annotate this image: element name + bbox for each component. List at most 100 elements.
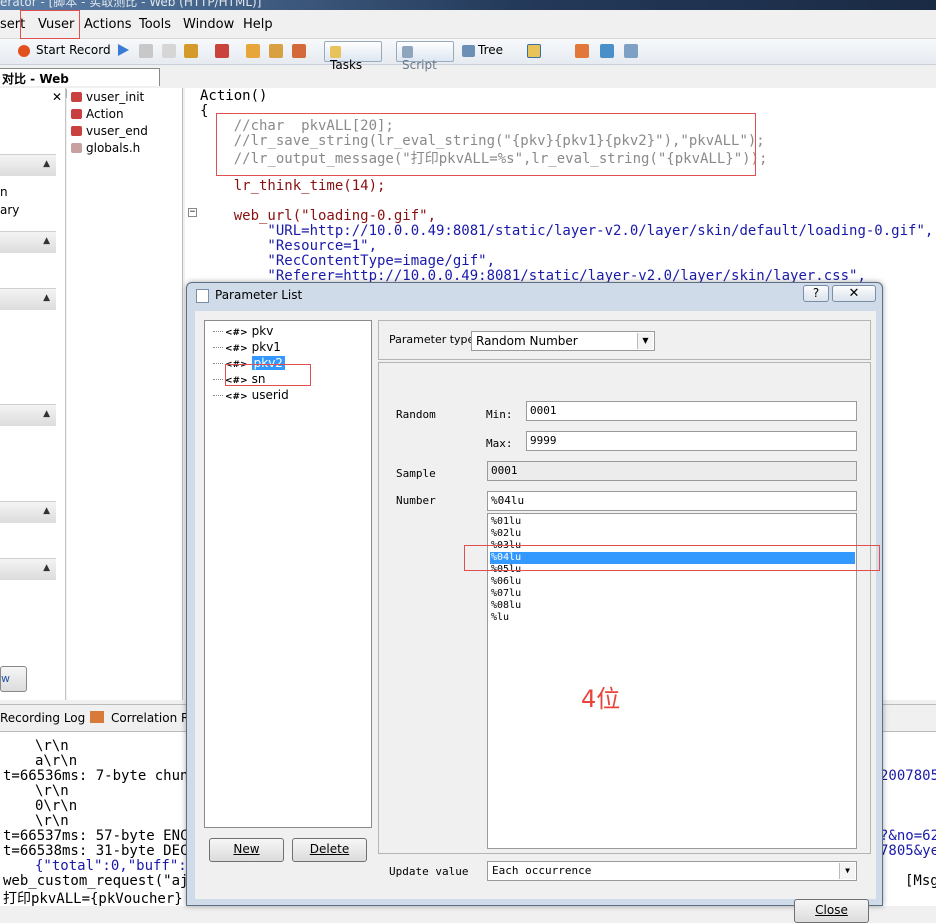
collapse-icon[interactable]: ▲ bbox=[43, 506, 50, 516]
sync-icon[interactable] bbox=[575, 43, 589, 61]
param-item-pkv1[interactable]: <#> pkv1 bbox=[213, 340, 281, 354]
snapshot-icon[interactable] bbox=[600, 43, 614, 61]
tree-item-action[interactable]: Action bbox=[71, 107, 124, 121]
log-line: \r\n bbox=[35, 738, 69, 754]
tab-recording-log[interactable]: Recording Log bbox=[0, 711, 85, 725]
help-button[interactable]: ? bbox=[803, 285, 829, 302]
log-line: web_custom_request("aja bbox=[3, 873, 197, 889]
chevron-down-icon[interactable]: ▼ bbox=[839, 863, 855, 879]
log-fragment: ?&no=62 bbox=[880, 828, 936, 844]
code-line: { bbox=[200, 103, 209, 119]
param-icon[interactable] bbox=[292, 43, 306, 61]
task-item-1[interactable]: n bbox=[0, 185, 8, 199]
window-icon[interactable] bbox=[624, 43, 638, 61]
param-item-pkv[interactable]: <#> pkv bbox=[213, 324, 273, 338]
task-section-5[interactable]: ▲ bbox=[0, 501, 56, 523]
collapse-icon[interactable]: ▲ bbox=[43, 563, 50, 573]
script-button[interactable]: Script bbox=[396, 41, 454, 72]
play-icon[interactable] bbox=[116, 43, 130, 61]
task-pane-close-icon[interactable]: ✕ bbox=[52, 90, 62, 104]
format-option[interactable]: %lu bbox=[490, 612, 855, 624]
parameter-list-dialog: Parameter List ? ✕ <#> pkv <#> pkv1 <#> pkv… bbox=[186, 282, 883, 923]
dialog-icon bbox=[196, 289, 209, 303]
param-icon: <#> bbox=[225, 344, 248, 354]
correlation-icon bbox=[90, 711, 104, 723]
menu-tools[interactable]: Tools bbox=[139, 17, 171, 32]
param-label: pkv1 bbox=[251, 340, 281, 354]
parameter-type-label: Parameter type: bbox=[389, 333, 479, 346]
code-line: lr_think_time(14); bbox=[200, 178, 386, 194]
random-label: Random bbox=[396, 408, 436, 421]
parameter-type-value: Random Number bbox=[476, 334, 578, 348]
script-label: Script bbox=[402, 58, 437, 72]
number-format-input[interactable]: %04lu bbox=[487, 491, 857, 511]
task-section-6[interactable]: ▲ bbox=[0, 558, 56, 580]
tree-item-vuser-init[interactable]: vuser_init bbox=[71, 90, 144, 104]
menu-bar: sert Vuser Actions Tools Window Help bbox=[0, 10, 936, 39]
replace-icon[interactable] bbox=[269, 43, 283, 61]
tree-label: globals.h bbox=[86, 141, 141, 155]
find-icon[interactable] bbox=[246, 43, 260, 61]
format-option[interactable]: %01lu bbox=[490, 516, 855, 528]
fold-icon[interactable]: − bbox=[188, 208, 197, 217]
max-input[interactable]: 9999 bbox=[526, 431, 857, 451]
toolbar: Start Record Tasks Script Tree bbox=[0, 39, 936, 72]
format-option[interactable]: %02lu bbox=[490, 528, 855, 540]
tree-label: Action bbox=[86, 107, 124, 121]
compile-icon[interactable] bbox=[215, 43, 229, 61]
close-button[interactable]: Close bbox=[794, 899, 869, 923]
code-string: "URL=http://10.0.0.49:8081/static/layer-… bbox=[200, 223, 934, 239]
update-value-label: Update value bbox=[389, 865, 469, 878]
collapse-icon[interactable]: ▲ bbox=[43, 159, 50, 169]
stop-icon[interactable] bbox=[139, 43, 153, 61]
parameter-tree: <#> pkv <#> pkv1 <#> pkv2 <#> sn <#> userid bbox=[204, 320, 372, 828]
log-fragment: 2007805 bbox=[880, 768, 936, 784]
collapse-icon[interactable]: ▲ bbox=[43, 409, 50, 419]
menu-window[interactable]: Window bbox=[183, 17, 234, 32]
tasks-button[interactable]: Tasks bbox=[324, 41, 382, 72]
task-section-2[interactable]: ▲ bbox=[0, 231, 56, 253]
collapse-icon[interactable]: ▲ bbox=[43, 236, 50, 246]
param-icon: <#> bbox=[225, 392, 248, 402]
format-option[interactable]: %08lu bbox=[490, 600, 855, 612]
new-button[interactable]: New bbox=[209, 838, 284, 862]
tree-button[interactable]: Tree bbox=[462, 43, 503, 61]
min-label: Min: bbox=[486, 408, 513, 421]
collapse-icon[interactable]: ▲ bbox=[43, 293, 50, 303]
log-line: {"total":0,"buff":" bbox=[35, 858, 196, 874]
annotation-4-digits: 4位 bbox=[581, 685, 621, 713]
code-string: "RecContentType=image/gif", bbox=[200, 253, 496, 269]
tree-item-vuser-end[interactable]: vuser_end bbox=[71, 124, 148, 138]
format-option[interactable]: %06lu bbox=[490, 576, 855, 588]
max-label: Max: bbox=[486, 437, 513, 450]
format-option[interactable]: %07lu bbox=[490, 588, 855, 600]
task-pane-button[interactable]: w bbox=[0, 666, 27, 692]
delete-button[interactable]: Delete bbox=[292, 838, 367, 862]
document-tab[interactable]: 对比 - Web (HTTP/HTML) bbox=[0, 68, 160, 101]
tab-correlation[interactable]: Correlation Resu bbox=[111, 711, 186, 725]
tree-item-globals[interactable]: globals.h bbox=[71, 141, 140, 155]
task-section-4[interactable]: ▲ bbox=[0, 404, 56, 426]
layout-icon[interactable] bbox=[527, 43, 541, 61]
close-x-button[interactable]: ✕ bbox=[832, 285, 876, 302]
param-item-userid[interactable]: <#> userid bbox=[213, 388, 289, 402]
task-section-3[interactable]: ▲ bbox=[0, 288, 56, 310]
code-line: web_url("loading-0.gif", bbox=[200, 208, 437, 224]
parameter-type-panel: Parameter type: Random Number ▼ bbox=[378, 320, 871, 360]
param-label: pkv bbox=[251, 324, 274, 338]
parameter-type-select[interactable]: Random Number ▼ bbox=[471, 331, 655, 351]
tree-label: vuser_init bbox=[86, 90, 145, 104]
script-tree: vuser_init Action vuser_end globals.h bbox=[67, 88, 183, 700]
chevron-down-icon[interactable]: ▼ bbox=[637, 333, 653, 349]
task-item-2[interactable]: ary bbox=[0, 203, 19, 217]
start-record-button[interactable]: Start Record bbox=[36, 43, 111, 61]
log-line: 打印pkvALL={pkVoucher} bbox=[3, 891, 183, 907]
sample-field: 0001 bbox=[487, 461, 857, 481]
step-icon[interactable] bbox=[184, 43, 198, 61]
menu-help[interactable]: Help bbox=[243, 17, 273, 32]
update-value-select[interactable]: Each occurrence ▼ bbox=[487, 861, 857, 881]
pause-icon[interactable] bbox=[162, 43, 176, 61]
min-input[interactable]: 0001 bbox=[526, 401, 857, 421]
menu-actions[interactable]: Actions bbox=[84, 17, 132, 32]
task-section-1[interactable]: ▲ bbox=[0, 154, 56, 176]
